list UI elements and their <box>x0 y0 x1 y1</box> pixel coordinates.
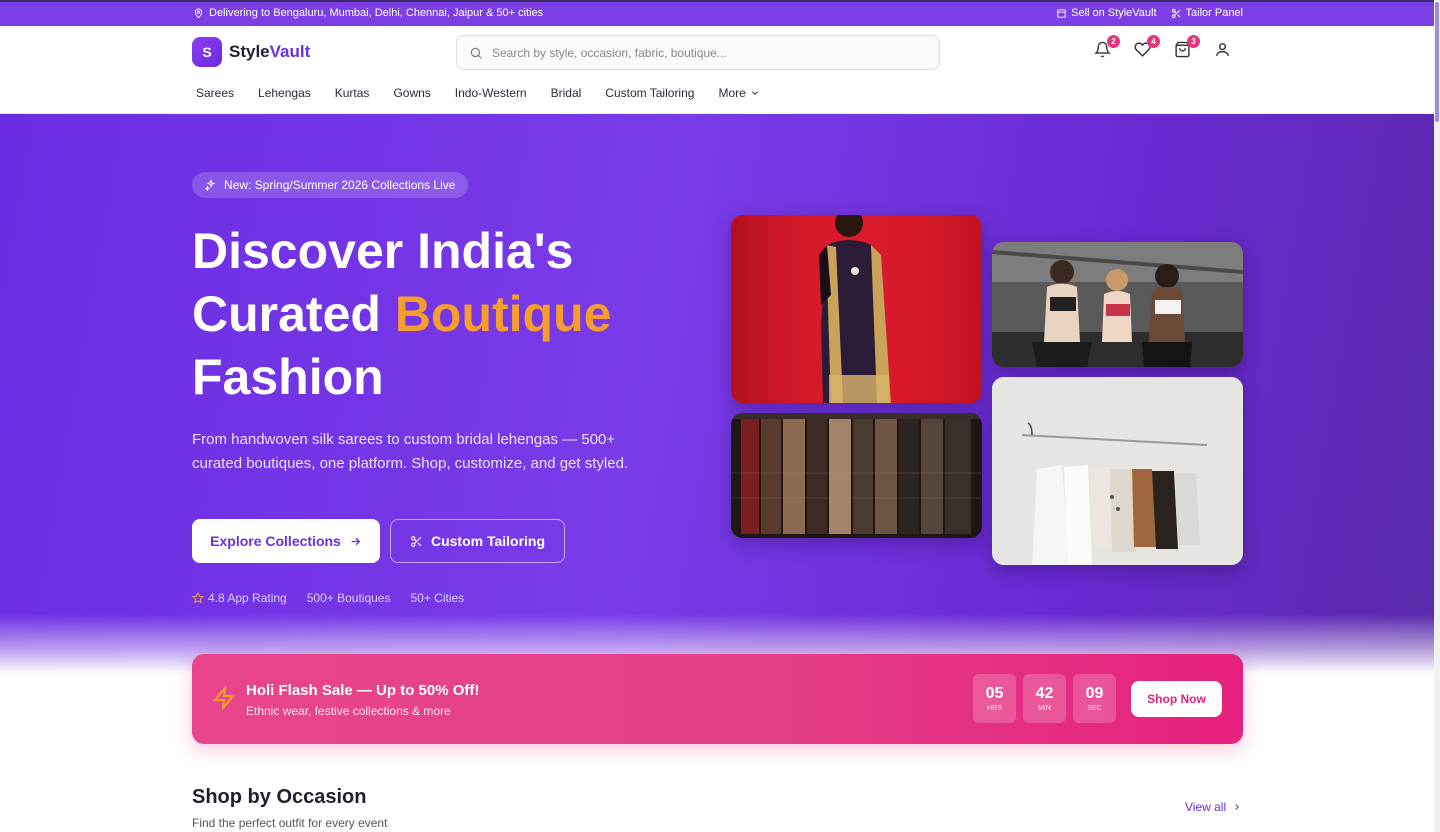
timer-seconds-unit: SEC <box>1087 705 1102 712</box>
explore-collections-button[interactable]: Explore Collections <box>192 519 380 563</box>
timer-minutes: 42 MIN <box>1023 674 1066 723</box>
location-pin-icon <box>194 8 203 18</box>
logo[interactable]: S StyleVault <box>192 37 310 67</box>
nav-item-lehengas[interactable]: Lehengas <box>258 86 311 100</box>
hero-title-line-2: Curated Boutique <box>192 283 712 346</box>
chevron-right-icon <box>1235 804 1240 810</box>
shop-now-button[interactable]: Shop Now <box>1131 681 1222 717</box>
timer-hours: 05 HRS <box>973 674 1016 723</box>
logo-text-style: Style <box>229 42 270 61</box>
sparkles-icon <box>205 179 216 191</box>
sell-link[interactable]: Sell on StyleVault <box>1056 7 1157 19</box>
view-all-label: View all <box>1185 800 1227 814</box>
wishlist-badge: 4 <box>1147 35 1160 48</box>
timer-hours-unit: HRS <box>987 705 1002 712</box>
countdown-timer: 05 HRS 42 MIN 09 SEC <box>973 674 1116 723</box>
chevron-down-icon <box>751 91 758 95</box>
timer-minutes-unit: MIN <box>1038 705 1051 712</box>
logo-badge: S <box>192 37 222 67</box>
occasion-section-title: Shop by Occasion <box>192 786 367 808</box>
nav-item-kurtas[interactable]: Kurtas <box>335 86 370 100</box>
tailor-panel-link[interactable]: Tailor Panel <box>1171 7 1243 19</box>
nav-item-more[interactable]: More <box>718 86 759 100</box>
nav-item-bridal[interactable]: Bridal <box>551 86 582 100</box>
hero-subtitle: From handwoven silk sarees to custom bri… <box>192 431 629 472</box>
saree-model-image[interactable] <box>731 215 982 403</box>
notifications-button[interactable]: 2 <box>1093 35 1120 61</box>
clothes-hanger-image[interactable] <box>992 377 1243 565</box>
logo-text: StyleVault <box>229 42 310 62</box>
timer-seconds: 09 SEC <box>1073 674 1116 723</box>
search-icon <box>470 47 482 59</box>
flash-sale-title: Holi Flash Sale — Up to 50% Off! <box>246 682 480 699</box>
friends-illustration <box>992 242 1243 367</box>
hero-title-highlight: Boutique <box>394 286 612 342</box>
hero-title: Discover India's Curated Boutique Fashio… <box>192 220 712 409</box>
scissors-icon <box>1171 8 1181 18</box>
custom-tailoring-button[interactable]: Custom Tailoring <box>390 519 565 563</box>
lightning-icon <box>212 686 236 710</box>
new-collection-pill[interactable]: New: Spring/Summer 2026 Collections Live <box>192 172 469 198</box>
logo-text-vault: Vault <box>269 42 311 61</box>
occasion-section-subtitle: Find the perfect outfit for every event <box>192 816 388 830</box>
fabric-rack-image[interactable] <box>731 413 982 538</box>
arrow-right-icon <box>351 537 361 545</box>
site-header: S StyleVault 2 4 3 Sarees Lehengas Kurta… <box>0 26 1440 114</box>
explore-collections-label: Explore Collections <box>210 533 341 549</box>
timer-seconds-value: 09 <box>1085 685 1104 702</box>
saree-model-illustration <box>731 215 982 403</box>
custom-tailoring-label: Custom Tailoring <box>430 533 546 549</box>
hero-section: New: Spring/Summer 2026 Collections Live… <box>0 114 1440 674</box>
search-box[interactable] <box>456 35 940 70</box>
boutiques-stat: 500+ Boutiques <box>306 591 391 605</box>
cart-button[interactable]: 3 <box>1174 35 1200 61</box>
hero-title-curated: Curated <box>192 286 395 342</box>
hero-title-line-3: Fashion <box>192 349 384 405</box>
search-input[interactable] <box>492 45 912 60</box>
rating-stat: 4.8 App Rating <box>192 591 287 605</box>
fabric-rack-illustration <box>731 413 982 538</box>
rating-stat-label: 4.8 App Rating <box>208 591 287 605</box>
hero-title-line-1: Discover India's <box>192 223 574 279</box>
pill-label: New: Spring/Summer 2026 Collections Live <box>224 178 456 192</box>
flash-sale-subtitle: Ethnic wear, festive collections & more <box>246 704 451 718</box>
store-icon <box>1057 8 1067 18</box>
user-icon <box>1216 43 1229 56</box>
tailor-panel-label: Tailor Panel <box>1185 7 1243 19</box>
wishlist-button[interactable]: 4 <box>1134 35 1160 61</box>
main-nav: Sarees Lehengas Kurtas Gowns Indo-Wester… <box>196 86 760 100</box>
account-button[interactable] <box>1214 41 1234 61</box>
flash-sale-banner: Holi Flash Sale — Up to 50% Off! Ethnic … <box>192 654 1243 744</box>
nav-item-custom-tailoring[interactable]: Custom Tailoring <box>605 86 694 100</box>
delivery-text: Delivering to Bengaluru, Mumbai, Delhi, … <box>209 7 544 19</box>
star-icon <box>192 592 204 604</box>
scrollbar-thumb[interactable] <box>1435 2 1439 122</box>
view-all-link[interactable]: View all <box>1185 800 1242 814</box>
nav-item-gowns[interactable]: Gowns <box>393 86 430 100</box>
delivery-info: Delivering to Bengaluru, Mumbai, Delhi, … <box>193 7 543 19</box>
cart-badge: 3 <box>1187 35 1200 48</box>
clothes-hanger-illustration <box>992 377 1243 565</box>
nav-more-label: More <box>718 86 746 100</box>
timer-hours-value: 05 <box>985 685 1004 702</box>
friends-workout-image[interactable] <box>992 242 1243 367</box>
notifications-badge: 2 <box>1107 35 1120 48</box>
nav-item-indo-western[interactable]: Indo-Western <box>455 86 527 100</box>
hero-stats: 4.8 App Rating 500+ Boutiques 50+ Cities <box>192 591 464 605</box>
scissors-icon <box>411 535 422 547</box>
timer-minutes-value: 42 <box>1035 685 1054 702</box>
nav-item-sarees[interactable]: Sarees <box>196 86 234 100</box>
page-scrollbar[interactable] <box>1434 0 1440 832</box>
top-strip: Delivering to Bengaluru, Mumbai, Delhi, … <box>0 0 1440 26</box>
cities-stat: 50+ Cities <box>410 591 465 605</box>
sell-link-label: Sell on StyleVault <box>1071 7 1157 19</box>
